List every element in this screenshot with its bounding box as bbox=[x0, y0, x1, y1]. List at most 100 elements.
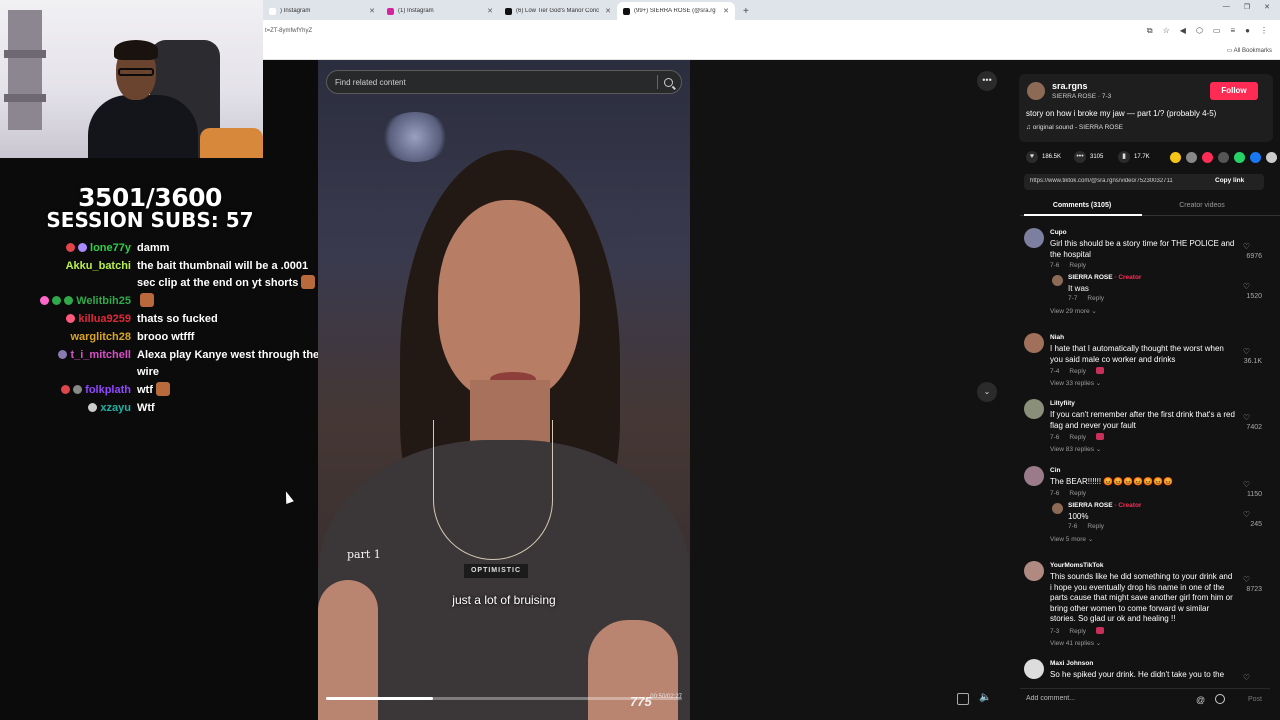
comment-avatar[interactable] bbox=[1024, 561, 1044, 581]
reply-avatar[interactable] bbox=[1052, 502, 1063, 514]
share-option-icon[interactable] bbox=[1266, 152, 1277, 163]
reply-button[interactable]: Reply bbox=[1069, 368, 1086, 375]
chat-username[interactable]: folkplath bbox=[0, 382, 131, 399]
creator-avatar[interactable] bbox=[1027, 82, 1045, 100]
emoji-icon[interactable] bbox=[1215, 694, 1225, 704]
reply-username[interactable]: SIERRA ROSE · Creator bbox=[1068, 502, 1141, 509]
post-comment-button[interactable]: Post bbox=[1248, 696, 1262, 703]
address-bar[interactable]: t=ZT-8ymfwfYhyZ ⧉ ☆ ◀ ⬡ ▭ ≡ ● ⋮ bbox=[263, 20, 1280, 42]
chat-username[interactable]: xzayu bbox=[0, 400, 131, 417]
tab-comments[interactable]: Comments (3105) bbox=[1022, 202, 1142, 209]
more-options-button[interactable]: ••• bbox=[977, 71, 997, 91]
browser-tab[interactable]: ) Instagram ✕ bbox=[263, 2, 381, 20]
chat-username[interactable]: warglitch28 bbox=[0, 329, 131, 346]
chat-username[interactable]: killua9259 bbox=[0, 311, 131, 328]
tab-close-icon[interactable]: ✕ bbox=[605, 7, 611, 15]
chat-username[interactable]: Akku_batchi bbox=[0, 258, 131, 275]
maximize-icon[interactable]: ❐ bbox=[1244, 3, 1250, 11]
comment-username[interactable]: YourMomsTikTok bbox=[1050, 562, 1103, 569]
view-replies-button[interactable]: View 29 more ⌄ bbox=[1050, 307, 1097, 315]
reply-like-icon[interactable]: ♡ bbox=[1243, 282, 1250, 291]
sound-link[interactable]: ♫ original sound - SIERRA ROSE bbox=[1026, 124, 1123, 131]
comment-username[interactable]: Cin bbox=[1050, 467, 1060, 474]
install-icon[interactable]: ⧉ bbox=[1147, 26, 1153, 36]
browser-tab[interactable]: (99+) SIERRA ROSE (@sra.rg ✕ bbox=[617, 2, 735, 20]
reply-button[interactable]: Reply bbox=[1087, 523, 1104, 530]
reply-button[interactable]: Reply bbox=[1069, 434, 1086, 441]
reply-like-icon[interactable]: ♡ bbox=[1243, 510, 1250, 519]
chat-username[interactable]: lone77y bbox=[0, 240, 131, 257]
miniplayer-icon[interactable] bbox=[957, 693, 969, 705]
next-video-button[interactable]: ⌄ bbox=[977, 382, 997, 402]
extensions-icon[interactable]: ⬡ bbox=[1196, 26, 1203, 36]
comment-like-icon[interactable]: ♡ bbox=[1243, 347, 1250, 356]
share-option-icon[interactable] bbox=[1186, 152, 1197, 163]
save-action[interactable]: ▮ 17.7K bbox=[1118, 151, 1150, 163]
comment-action[interactable]: ••• 3105 bbox=[1074, 151, 1103, 163]
comment-username[interactable]: Cupo bbox=[1050, 229, 1067, 236]
url-text[interactable]: t=ZT-8ymfwfYhyZ bbox=[265, 28, 312, 34]
mention-at-icon[interactable]: @ bbox=[1196, 695, 1205, 705]
tab-creator-videos[interactable]: Creator videos bbox=[1142, 202, 1262, 209]
comment-like-icon[interactable]: ♡ bbox=[1243, 413, 1250, 422]
view-replies-button[interactable]: View 83 replies ⌄ bbox=[1050, 445, 1101, 453]
browser-tab[interactable]: (6) Low Tier God's Manor Conc ✕ bbox=[499, 2, 617, 20]
share-option-icon[interactable] bbox=[1234, 152, 1245, 163]
chat-username[interactable]: t_i_mitchell bbox=[0, 347, 131, 364]
close-window-icon[interactable]: ✕ bbox=[1264, 3, 1270, 11]
share-option-icon[interactable] bbox=[1218, 152, 1229, 163]
comment-like-icon[interactable]: ♡ bbox=[1243, 242, 1250, 251]
view-replies-button[interactable]: View 41 replies ⌄ bbox=[1050, 639, 1101, 647]
tab-close-icon[interactable]: ✕ bbox=[723, 7, 729, 15]
comment-like-icon[interactable]: ♡ bbox=[1243, 480, 1250, 489]
tab-close-icon[interactable]: ✕ bbox=[369, 7, 375, 15]
comment-avatar[interactable] bbox=[1024, 228, 1044, 248]
copy-link-button[interactable]: Copy link bbox=[1215, 177, 1244, 184]
chat-username[interactable]: Welitbih25 bbox=[0, 293, 131, 310]
reply-button[interactable]: Reply bbox=[1087, 295, 1104, 302]
search-icon[interactable] bbox=[664, 77, 673, 87]
browser-tab[interactable]: (1) Instagram ✕ bbox=[381, 2, 499, 20]
related-search-input[interactable] bbox=[335, 77, 651, 87]
reply-username[interactable]: SIERRA ROSE · Creator bbox=[1068, 274, 1141, 281]
tab-search-icon[interactable]: ≡ bbox=[1230, 26, 1235, 36]
comment-like-icon[interactable]: ♡ bbox=[1243, 575, 1250, 584]
comment-username[interactable]: Maxi Johnson bbox=[1050, 660, 1093, 667]
bookmark-star-icon[interactable]: ☆ bbox=[1163, 26, 1170, 36]
new-tab-button[interactable]: + bbox=[743, 2, 749, 20]
comment-like-icon[interactable]: ♡ bbox=[1243, 673, 1250, 682]
comment-avatar[interactable] bbox=[1024, 466, 1044, 486]
reply-button[interactable]: Reply bbox=[1069, 262, 1086, 269]
reply-avatar[interactable] bbox=[1052, 275, 1063, 286]
profile-avatar-icon[interactable]: ● bbox=[1245, 26, 1250, 36]
share-option-icon[interactable] bbox=[1170, 152, 1181, 163]
comments-list[interactable]: Cupo Girl this should be a story time for… bbox=[1010, 220, 1280, 682]
share-option-icon[interactable] bbox=[1202, 152, 1213, 163]
add-comment-input[interactable] bbox=[1026, 695, 1186, 702]
volume-icon[interactable]: 🔈 bbox=[979, 692, 991, 703]
video-progress-bar[interactable] bbox=[326, 697, 682, 700]
all-bookmarks-button[interactable]: ▭ All Bookmarks bbox=[1227, 47, 1272, 54]
share-option-icon[interactable] bbox=[1250, 152, 1261, 163]
reply-button[interactable]: Reply bbox=[1069, 628, 1086, 635]
comment-avatar[interactable] bbox=[1024, 333, 1044, 353]
minimize-icon[interactable]: — bbox=[1223, 3, 1230, 11]
browser-menu-icon[interactable]: ⋮ bbox=[1260, 26, 1268, 36]
reply-button[interactable]: Reply bbox=[1069, 490, 1086, 497]
view-replies-button[interactable]: View 33 replies ⌄ bbox=[1050, 379, 1101, 387]
audio-icon[interactable]: ◀ bbox=[1180, 26, 1186, 36]
view-replies-button[interactable]: View 5 more ⌄ bbox=[1050, 535, 1093, 543]
follow-button[interactable]: Follow bbox=[1210, 82, 1258, 100]
chat-username-text: killua9259 bbox=[78, 313, 131, 325]
video-player[interactable]: OPTIMISTIC part 1 just a lot of bruising… bbox=[318, 60, 690, 720]
comment-username[interactable]: Niah bbox=[1050, 334, 1064, 341]
creator-handle[interactable]: sra.rgns bbox=[1052, 81, 1088, 91]
comment-avatar[interactable] bbox=[1024, 399, 1044, 419]
like-action[interactable]: ♥ 186.5K bbox=[1026, 151, 1061, 163]
comment-username[interactable]: Liltyfiity bbox=[1050, 400, 1075, 407]
video-link-url[interactable]: https://www.tiktok.com/@sra.rgns/video/7… bbox=[1030, 178, 1210, 184]
tab-close-icon[interactable]: ✕ bbox=[487, 7, 493, 15]
sidebar-icon[interactable]: ▭ bbox=[1213, 26, 1221, 36]
comment-avatar[interactable] bbox=[1024, 659, 1044, 679]
related-search-box[interactable] bbox=[326, 70, 682, 94]
